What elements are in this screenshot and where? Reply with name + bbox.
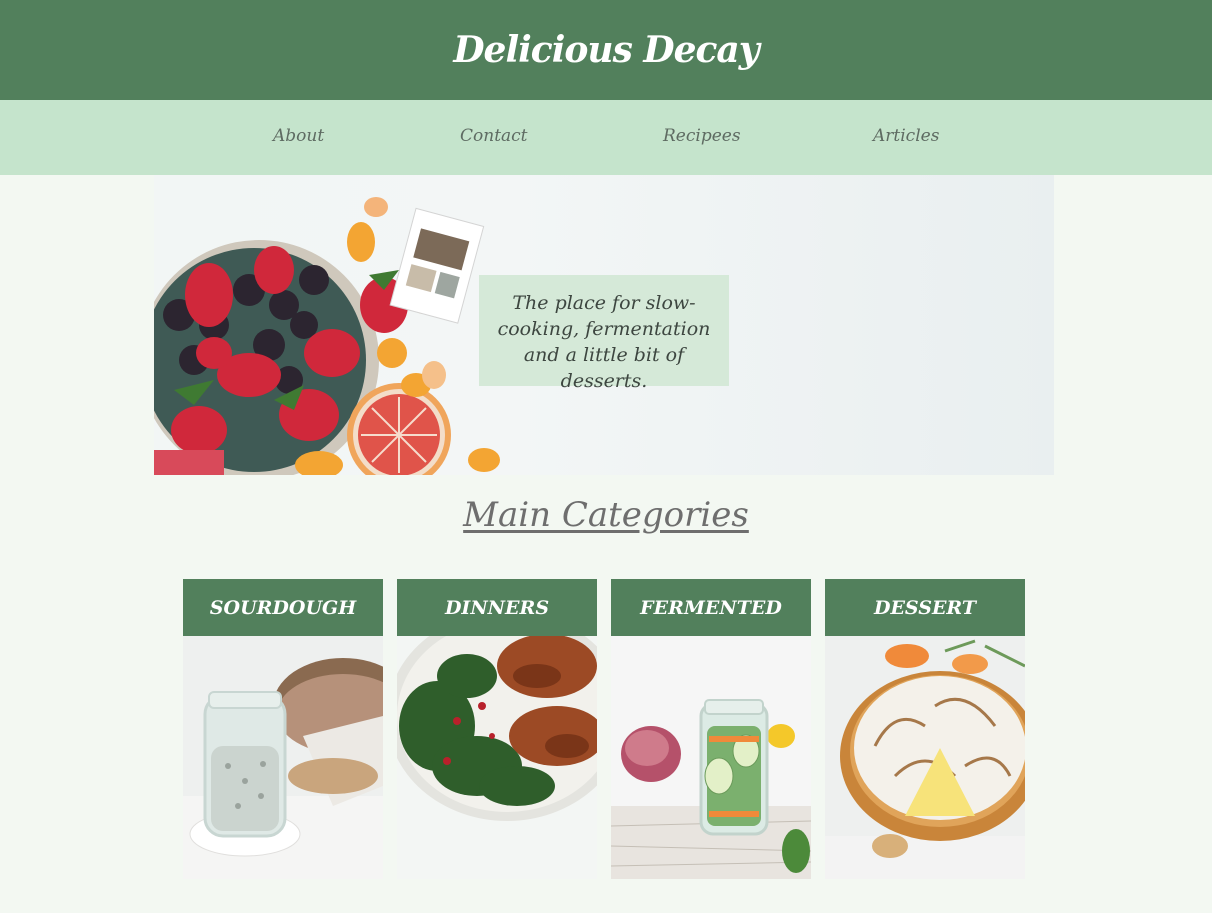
- nav-link-articles[interactable]: Articles: [873, 126, 939, 146]
- category-title[interactable]: DESSERT: [825, 579, 1025, 636]
- category-title[interactable]: SOURDOUGH: [183, 579, 383, 636]
- hero-banner: The place for slow-cooking, fermentation…: [154, 175, 1054, 475]
- category-card-dinners[interactable]: DINNERS: [397, 579, 597, 879]
- sourdough-jar-image: [183, 636, 383, 879]
- nav-bar: About Contact Recipees Articles: [0, 100, 1212, 175]
- nav-link-recipees[interactable]: Recipees: [663, 126, 741, 146]
- category-title[interactable]: FERMENTED: [611, 579, 811, 636]
- site-title[interactable]: Delicious Decay: [453, 29, 759, 71]
- pickle-jar-image: [611, 636, 811, 879]
- category-card-dessert[interactable]: DESSERT: [825, 579, 1025, 879]
- category-card-sourdough[interactable]: SOURDOUGH: [183, 579, 383, 879]
- hero-tagline: The place for slow-cooking, fermentation…: [479, 275, 729, 392]
- nav-link-contact[interactable]: Contact: [460, 126, 528, 146]
- category-title[interactable]: DINNERS: [397, 579, 597, 636]
- meringue-pie-image: [825, 636, 1025, 879]
- site-header: Delicious Decay: [0, 0, 1212, 100]
- nav-link-about[interactable]: About: [273, 126, 324, 146]
- section-title: Main Categories: [463, 495, 749, 535]
- chicken-kale-image: [397, 636, 597, 879]
- category-card-fermented[interactable]: FERMENTED: [611, 579, 811, 879]
